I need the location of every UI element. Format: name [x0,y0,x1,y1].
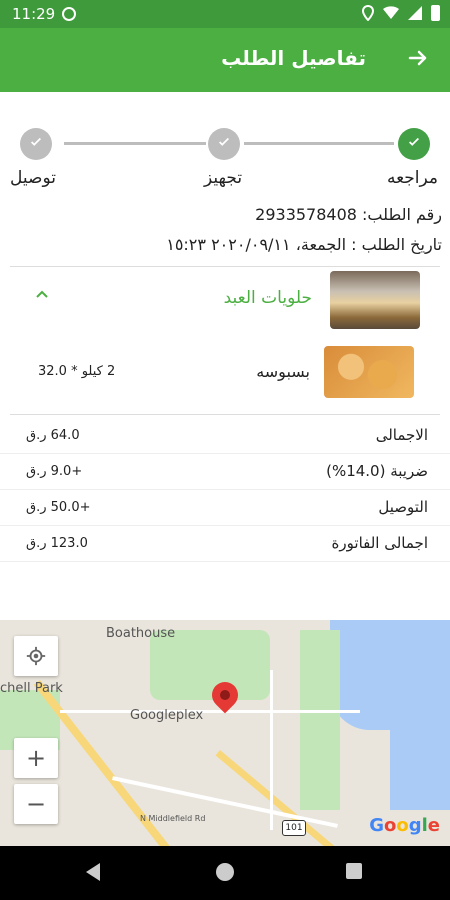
crosshair-icon [26,646,46,666]
map-water [390,730,450,810]
check-icon [31,137,41,146]
nav-recents-icon[interactable] [346,863,362,879]
summary-row-delivery: التوصيل +50.0 ر.ق [0,490,450,526]
signal-icon [408,6,422,20]
my-location-button[interactable] [14,636,58,676]
status-bar: 11:29 [0,0,450,28]
summary-row-total: اجمالى الفاتورة 123.0 ر.ق [0,526,450,562]
system-nav-bar [0,846,450,900]
check-icon [219,137,229,146]
item-image [324,346,414,398]
step-connector [244,142,394,145]
location-pin-dot [220,690,230,700]
app-bar: تفاصيل الطلب [0,28,450,92]
summary-label: الاجمالى [375,426,428,444]
map-street [270,670,273,830]
order-date: تاريخ الطلب : الجمعة، ٢٠٢٠/٠٩/١١ ١٥:٢٣ [166,235,442,254]
nav-back-icon[interactable] [86,863,100,881]
notification-icon [62,7,76,21]
item-quantity: 2 كيلو * 32.0 [38,364,116,379]
item-name: بسبوسه [256,362,310,381]
step-connector [64,142,206,145]
map[interactable]: Boathouse chell Park Googleplex N Middle… [0,620,450,846]
summary-value: 64.0 ر.ق [26,428,80,443]
step-delivery-circle [20,128,52,160]
map-label: Googleplex [130,708,204,723]
map-highway [33,680,244,846]
nav-home-icon[interactable] [216,863,234,881]
wifi-icon [383,6,399,19]
divider [10,266,440,267]
order-number: رقم الطلب: 2933578408 [255,205,442,224]
summary-label: ضريبة (14.0%) [326,462,428,480]
route-101-badge: 101 [282,820,306,836]
map-water [330,620,450,730]
zoom-in-button[interactable]: + [14,738,58,778]
step-review-circle [398,128,430,160]
divider [10,414,440,415]
chevron-up-icon[interactable] [34,286,50,307]
order-info: رقم الطلب: 2933578408 تاريخ الطلب : الجم… [166,200,442,260]
location-icon [361,5,375,21]
store-image [330,271,420,329]
step-preparing-circle [208,128,240,160]
check-icon [409,137,419,146]
summary-value: 123.0 ر.ق [26,536,88,551]
store-row[interactable]: حلويات العبد [0,268,450,334]
map-label: Boathouse [106,626,176,641]
summary-row-subtotal: الاجمالى 64.0 ر.ق [0,418,450,454]
map-label: N Middlefield Rd [140,814,206,823]
map-park [300,630,340,810]
arrow-right-icon [408,50,427,66]
page-title: تفاصيل الطلب [221,46,366,70]
order-stepper: مراجعه تجهيز توصيل [0,122,450,188]
map-label: chell Park [0,681,63,696]
summary-value: +9.0 ر.ق [26,464,83,479]
status-time: 11:29 [12,5,56,23]
store-name: حلويات العبد [223,288,312,308]
zoom-out-button[interactable]: − [14,784,58,824]
summary-label: التوصيل [378,498,428,516]
order-item: بسبوسه 2 كيلو * 32.0 [0,346,450,398]
status-icons [361,5,440,21]
google-logo: Google [369,815,440,836]
summary-label: اجمالى الفاتورة [331,534,428,552]
summary-value: +50.0 ر.ق [26,500,91,515]
summary-row-tax: ضريبة (14.0%) +9.0 ر.ق [0,454,450,490]
step-review-label: مراجعه [386,168,438,188]
battery-icon [431,5,440,21]
map-street [60,710,360,713]
step-preparing-label: تجهيز [204,168,243,188]
back-button[interactable] [402,42,434,74]
step-delivery-label: توصيل [10,168,56,188]
